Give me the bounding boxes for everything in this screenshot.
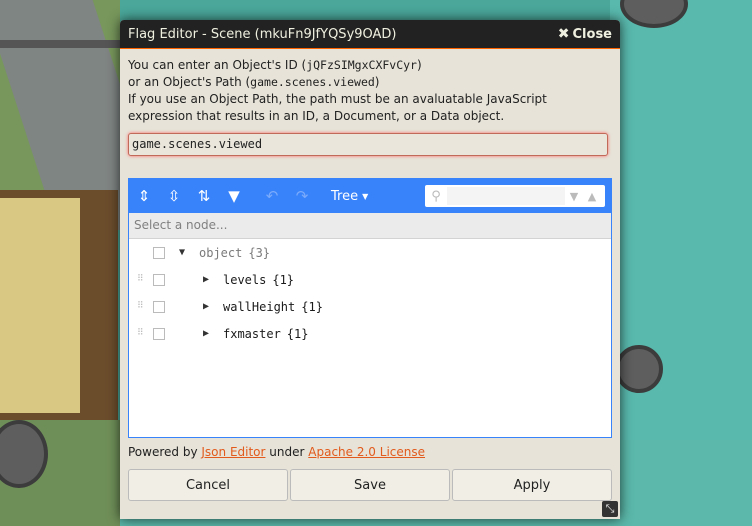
tree-key: levels [223, 272, 267, 287]
search-box: ⚲ ▼ ▲ [425, 185, 605, 207]
json-tree: ⠿ ▼ object {3} ⠿ ▶ levels {1} ⠿ ▶ wallHe… [129, 239, 611, 347]
expand-all-button[interactable]: ⇕ [129, 179, 159, 213]
filter-icon: ▼ [228, 187, 240, 205]
under-text: under [269, 445, 305, 459]
tree-row-root[interactable]: ⠿ ▼ object {3} [129, 239, 611, 266]
dialog-title: Flag Editor - Scene (mkuFn9JfYQSy9OAD) [128, 26, 397, 42]
tree-row[interactable]: ⠿ ▶ levels {1} [129, 266, 611, 293]
cancel-button[interactable]: Cancel [128, 469, 288, 501]
sort-button[interactable]: ⇅ [189, 179, 219, 213]
sort-icon: ⇅ [197, 187, 211, 205]
mode-dropdown[interactable]: Tree ▼ [331, 189, 368, 204]
tree-meta: {3} [248, 245, 271, 260]
tree-row[interactable]: ⠿ ▶ wallHeight {1} [129, 293, 611, 320]
tree-meta: {1} [272, 272, 295, 287]
search-icon: ⚲ [431, 188, 441, 204]
tree-meta: {1} [286, 326, 309, 341]
tree-key: fxmaster [223, 326, 281, 341]
collapsed-triangle-icon[interactable]: ▶ [203, 328, 217, 339]
redo-button[interactable]: ↷ [287, 179, 317, 213]
map-building-floor [0, 198, 80, 413]
search-input[interactable] [447, 187, 565, 205]
filter-button[interactable]: ▼ [219, 179, 249, 213]
dialog-buttons: Cancel Save Apply [128, 469, 612, 501]
tree-key: wallHeight [223, 299, 296, 314]
object-path-input[interactable]: game.scenes.viewed [128, 133, 608, 156]
license-link[interactable]: Apache 2.0 License [308, 445, 425, 459]
search-next-button[interactable]: ▼ [565, 190, 583, 203]
dialog-titlebar[interactable]: Flag Editor - Scene (mkuFn9JfYQSy9OAD) ✖… [120, 20, 620, 49]
tree-row[interactable]: ⠿ ▶ fxmaster {1} [129, 320, 611, 347]
json-editor-menu: ⇕ ⇳ ⇅ ▼ ↶ ↷ Tree ▼ ⚲ ▼ ▲ [129, 179, 611, 213]
row-checkbox[interactable] [153, 327, 165, 340]
save-button[interactable]: Save [290, 469, 450, 501]
map-rail [0, 40, 120, 48]
row-checkbox[interactable] [153, 273, 165, 286]
close-icon: ✖ [557, 26, 570, 42]
redo-icon: ↷ [295, 187, 309, 205]
powered-by-text: Powered by [128, 445, 198, 459]
drag-handle-icon[interactable]: ⠿ [137, 275, 145, 284]
collapse-all-icon: ⇳ [167, 187, 181, 205]
collapsed-triangle-icon[interactable]: ▶ [203, 301, 217, 312]
flag-editor-dialog: Flag Editor - Scene (mkuFn9JfYQSy9OAD) ✖… [120, 20, 620, 519]
mode-label: Tree [331, 188, 359, 204]
expanded-triangle-icon[interactable]: ▼ [179, 247, 193, 258]
expand-all-icon: ⇕ [137, 187, 151, 205]
drag-handle-icon[interactable]: ⠿ [137, 302, 145, 311]
footer-credits: Powered by Json Editor under Apache 2.0 … [128, 445, 425, 459]
dialog-content: You can enter an Object's ID (jQFzSIMgxC… [120, 49, 620, 164]
instruction-line-3: If you use an Object Path, the path must… [128, 92, 547, 123]
map-tower [615, 345, 663, 393]
close-label: Close [572, 26, 612, 42]
search-previous-button[interactable]: ▲ [583, 190, 601, 203]
undo-icon: ↶ [265, 187, 279, 205]
instruction-line-1: You can enter an Object's ID (jQFzSIMgxC… [128, 58, 422, 72]
resize-handle-icon[interactable]: ⤡ [602, 501, 618, 517]
tree-key: object [199, 245, 243, 260]
instruction-line-2: or an Object's Path (game.scenes.viewed) [128, 75, 380, 89]
tree-meta: {1} [301, 299, 323, 314]
close-button[interactable]: ✖ Close [558, 26, 612, 42]
collapsed-triangle-icon[interactable]: ▶ [203, 274, 217, 285]
caret-down-icon: ▼ [362, 191, 369, 201]
json-editor: ⇕ ⇳ ⇅ ▼ ↶ ↷ Tree ▼ ⚲ ▼ ▲ Select a node..… [128, 178, 612, 438]
collapse-all-button[interactable]: ⇳ [159, 179, 189, 213]
navigation-bar[interactable]: Select a node... [129, 213, 611, 239]
drag-handle-icon[interactable]: ⠿ [137, 329, 145, 338]
json-editor-link[interactable]: Json Editor [201, 445, 265, 459]
row-checkbox[interactable] [153, 246, 165, 259]
undo-button[interactable]: ↶ [257, 179, 287, 213]
row-checkbox[interactable] [153, 300, 165, 313]
apply-button[interactable]: Apply [452, 469, 612, 501]
